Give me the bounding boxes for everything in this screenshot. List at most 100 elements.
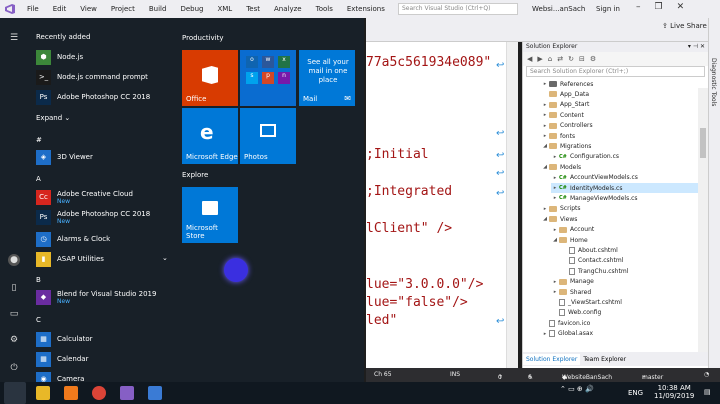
expand-arrow-icon[interactable]: ▸ xyxy=(541,102,549,108)
edge-tile[interactable]: e Microsoft Edge xyxy=(182,108,238,164)
expand-arrow-icon[interactable]: ▸ xyxy=(551,154,559,160)
expand-arrow-icon[interactable]: ▸ xyxy=(551,185,559,191)
app-list-item[interactable]: ▦ Calendar xyxy=(36,350,88,368)
menu-item-extensions[interactable]: Extensions xyxy=(340,5,392,13)
app-list-item[interactable]: Cc Adobe Creative Cloud New xyxy=(36,188,133,206)
expand-arrow-icon[interactable]: ▸ xyxy=(551,289,559,295)
expand-arrow-icon[interactable]: ◢ xyxy=(541,143,549,149)
code-editor[interactable]: 77a5c561934e089" ;Initial ;Integrated lC… xyxy=(366,42,518,368)
tree-item[interactable]: ▸ App_Start xyxy=(541,100,590,110)
expand-arrow-icon[interactable]: ◢ xyxy=(541,164,549,170)
tray-icons[interactable]: ⌃ ▭ ⊕ 🔊 xyxy=(560,385,594,393)
language-indicator[interactable]: ENG xyxy=(628,389,643,397)
menu-item-test[interactable]: Test xyxy=(239,5,267,13)
back-icon[interactable]: ◀ xyxy=(527,55,532,63)
tree-item[interactable]: ▸ Controllers xyxy=(541,121,593,131)
sign-in-link[interactable]: Sign in xyxy=(596,5,620,13)
paint-app-icon[interactable] xyxy=(64,386,78,400)
recent-app-item[interactable]: Ps Adobe Photoshop CC 2018 xyxy=(36,88,150,106)
visual-studio-icon[interactable] xyxy=(120,386,134,400)
expand-arrow-icon[interactable]: ▸ xyxy=(541,81,549,87)
solution-scrollbar[interactable] xyxy=(698,88,708,358)
tree-item[interactable]: ▸ Account xyxy=(551,225,595,235)
tree-item[interactable]: Contact.cshtml xyxy=(561,256,623,266)
forward-icon[interactable]: ▶ xyxy=(537,55,542,63)
app-list-item[interactable]: Ps Adobe Photoshop CC 2018 New xyxy=(36,208,150,226)
letter-header[interactable]: B xyxy=(36,276,41,284)
productivity-group-title[interactable]: Productivity xyxy=(182,34,224,42)
collapse-icon[interactable]: ⊟ xyxy=(579,55,585,63)
tree-item[interactable]: Web.config xyxy=(551,308,601,318)
power-icon[interactable]: ⏻ xyxy=(8,362,20,374)
tree-item[interactable]: ▸ Manage xyxy=(551,277,594,287)
tree-item[interactable]: App_Data xyxy=(541,89,589,99)
tree-item[interactable]: ◢ Home xyxy=(551,235,588,245)
tree-item[interactable]: ▸ C# IdentityModels.cs xyxy=(551,183,708,193)
menu-item-tools[interactable]: Tools xyxy=(309,5,340,13)
solution-search-input[interactable]: Search Solution Explorer (Ctrl+;) xyxy=(526,66,705,77)
expand-arrow-icon[interactable]: ▸ xyxy=(541,133,549,139)
app-list-item[interactable]: ◈ 3D Viewer xyxy=(36,148,93,166)
letter-header[interactable]: C xyxy=(36,316,41,324)
home-icon[interactable]: ⌂ xyxy=(548,55,552,63)
expand-arrow-icon[interactable]: ▸ xyxy=(541,112,549,118)
office-apps-tile[interactable]: o w x s p n xyxy=(240,50,296,106)
clock[interactable]: 10:38 AM 11/09/2019 xyxy=(654,384,694,400)
store-tile[interactable]: Microsoft Store xyxy=(182,187,238,243)
tree-item[interactable]: TrangChu.cshtml xyxy=(561,266,628,276)
close-icon[interactable]: ✕ xyxy=(677,2,685,12)
pin-icon[interactable]: ▾ ⊣ ✕ xyxy=(688,43,705,51)
app-list-item[interactable]: ▮ ASAP Utilities xyxy=(36,250,104,268)
tree-item[interactable]: ▸ Shared xyxy=(551,287,591,297)
notification-icon[interactable]: ▤ xyxy=(704,388,711,396)
windows-start-icon[interactable] xyxy=(4,382,26,404)
bell-icon[interactable]: ◔ xyxy=(704,371,709,378)
expand-arrow-icon[interactable]: ▸ xyxy=(551,175,559,181)
tree-item[interactable]: ▸ C# ManageViewModels.cs xyxy=(551,193,638,203)
tab-team-explorer[interactable]: Team Explorer xyxy=(580,354,629,365)
maximize-icon[interactable]: ❐ xyxy=(655,2,663,12)
office-tile[interactable]: Office xyxy=(182,50,238,106)
expand-arrow-icon[interactable]: ◢ xyxy=(551,237,559,243)
expand-arrow-icon[interactable]: ▸ xyxy=(541,123,549,129)
menu-item-xml[interactable]: XML xyxy=(210,5,239,13)
refresh-icon[interactable]: ↻ xyxy=(568,55,574,63)
expand-arrow-icon[interactable]: ▸ xyxy=(541,206,549,212)
tree-item[interactable]: About.cshtml xyxy=(561,245,618,255)
expand-arrow-icon[interactable]: ▸ xyxy=(551,195,559,201)
chevron-down-icon[interactable]: ⌄ xyxy=(162,254,168,262)
menu-item-edit[interactable]: Edit xyxy=(46,5,74,13)
menu-item-build[interactable]: Build xyxy=(142,5,174,13)
tree-item[interactable]: ◢ Views xyxy=(541,214,577,224)
tab-solution-explorer[interactable]: Solution Explorer xyxy=(523,353,581,365)
documents-icon[interactable]: ▯ xyxy=(8,282,20,294)
minimize-icon[interactable]: – xyxy=(636,2,641,12)
explore-group-title[interactable]: Explore xyxy=(182,171,208,179)
recent-app-item[interactable]: >_ Node.js command prompt xyxy=(36,68,148,86)
tree-item[interactable]: favicon.ico xyxy=(541,318,590,328)
menu-item-debug[interactable]: Debug xyxy=(173,5,210,13)
visual-studio-logo-icon[interactable] xyxy=(0,0,20,18)
live-share-button[interactable]: ⇪ Live Share xyxy=(662,22,707,30)
tree-item[interactable]: ▸ References xyxy=(541,79,594,89)
window-app-icon[interactable] xyxy=(148,386,162,400)
recent-app-item[interactable]: ⬢ Node.js xyxy=(36,48,83,66)
menu-item-view[interactable]: View xyxy=(73,5,104,13)
expand-link[interactable]: Expand ⌄ xyxy=(36,114,70,122)
tree-item[interactable]: ◢ Models xyxy=(541,162,581,172)
expand-arrow-icon[interactable]: ▸ xyxy=(551,279,559,285)
tree-item[interactable]: ◢ Migrations xyxy=(541,141,591,151)
pictures-icon[interactable]: ▭ xyxy=(8,308,20,320)
expand-arrow-icon[interactable]: ▸ xyxy=(551,227,559,233)
app-list-item[interactable]: ◆ Blend for Visual Studio 2019 New xyxy=(36,288,156,306)
app-list-item[interactable]: ▦ Calculator xyxy=(36,330,93,348)
tree-item[interactable]: ▸ fonts xyxy=(541,131,575,141)
letter-header[interactable]: A xyxy=(36,175,41,183)
app-list-item[interactable]: ◷ Alarms & Clock xyxy=(36,230,110,248)
chrome-icon[interactable] xyxy=(92,386,106,400)
tree-item[interactable]: ▸ C# AccountViewModels.cs xyxy=(551,173,638,183)
expand-arrow-icon[interactable]: ◢ xyxy=(541,216,549,222)
menu-item-analyze[interactable]: Analyze xyxy=(267,5,309,13)
tree-item[interactable]: ▸ C# Configuration.cs xyxy=(551,152,619,162)
expand-arrow-icon[interactable]: ▸ xyxy=(541,331,549,337)
